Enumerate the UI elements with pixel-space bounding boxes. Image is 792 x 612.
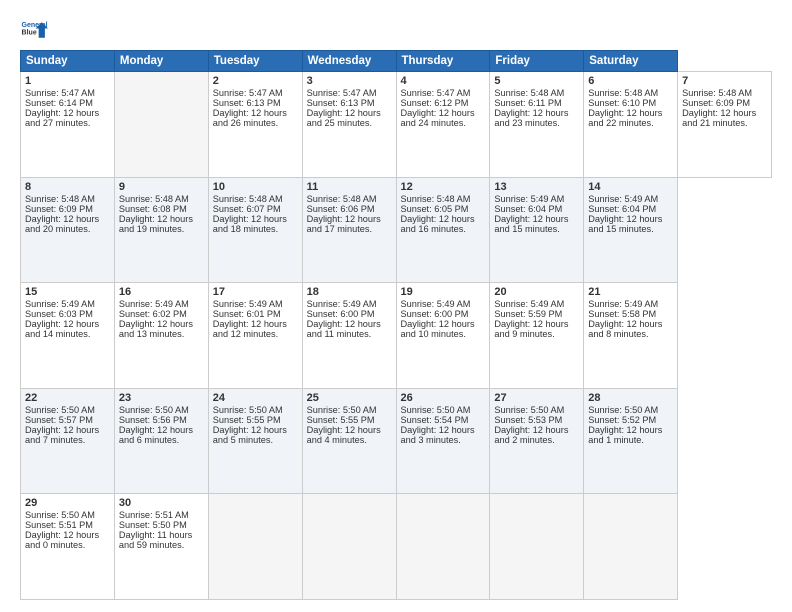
calendar-day-16: 16 Sunrise: 5:49 AM Sunset: 6:02 PM Dayl… [114,283,208,389]
empty-cell [490,494,584,600]
calendar-day-17: 17 Sunrise: 5:49 AM Sunset: 6:01 PM Dayl… [208,283,302,389]
svg-text:Blue: Blue [22,30,37,37]
calendar-day-11: 11 Sunrise: 5:48 AM Sunset: 6:06 PM Dayl… [302,177,396,283]
calendar-day-20: 20 Sunrise: 5:49 AM Sunset: 5:59 PM Dayl… [490,283,584,389]
calendar-day-1: 1 Sunrise: 5:47 AM Sunset: 6:14 PM Dayli… [21,72,115,178]
calendar-day-13: 13 Sunrise: 5:49 AM Sunset: 6:04 PM Dayl… [490,177,584,283]
col-header-saturday: Saturday [584,51,678,72]
calendar-header-row: SundayMondayTuesdayWednesdayThursdayFrid… [21,51,772,72]
empty-cell [208,494,302,600]
calendar-day-3: 3 Sunrise: 5:47 AM Sunset: 6:13 PM Dayli… [302,72,396,178]
calendar-day-4: 4 Sunrise: 5:47 AM Sunset: 6:12 PM Dayli… [396,72,490,178]
calendar-day-24: 24 Sunrise: 5:50 AM Sunset: 5:55 PM Dayl… [208,388,302,494]
calendar-day-2: 2 Sunrise: 5:47 AM Sunset: 6:13 PM Dayli… [208,72,302,178]
calendar-day-18: 18 Sunrise: 5:49 AM Sunset: 6:00 PM Dayl… [302,283,396,389]
calendar-day-25: 25 Sunrise: 5:50 AM Sunset: 5:55 PM Dayl… [302,388,396,494]
col-header-friday: Friday [490,51,584,72]
calendar-day-15: 15 Sunrise: 5:49 AM Sunset: 6:03 PM Dayl… [21,283,115,389]
calendar-day-19: 19 Sunrise: 5:49 AM Sunset: 6:00 PM Dayl… [396,283,490,389]
calendar-day-30: 30 Sunrise: 5:51 AM Sunset: 5:50 PM Dayl… [114,494,208,600]
calendar-week-5: 29 Sunrise: 5:50 AM Sunset: 5:51 PM Dayl… [21,494,772,600]
calendar-week-4: 22 Sunrise: 5:50 AM Sunset: 5:57 PM Dayl… [21,388,772,494]
col-header-sunday: Sunday [21,51,115,72]
calendar-page: General Blue SundayMondayTuesdayWednesda… [0,0,792,612]
calendar-day-7: 7 Sunrise: 5:48 AM Sunset: 6:09 PM Dayli… [678,72,772,178]
calendar-day-28: 28 Sunrise: 5:50 AM Sunset: 5:52 PM Dayl… [584,388,678,494]
calendar-day-29: 29 Sunrise: 5:50 AM Sunset: 5:51 PM Dayl… [21,494,115,600]
calendar-day-9: 9 Sunrise: 5:48 AM Sunset: 6:08 PM Dayli… [114,177,208,283]
calendar-day-10: 10 Sunrise: 5:48 AM Sunset: 6:07 PM Dayl… [208,177,302,283]
calendar-week-2: 8 Sunrise: 5:48 AM Sunset: 6:09 PM Dayli… [21,177,772,283]
col-header-wednesday: Wednesday [302,51,396,72]
logo-area: General Blue [20,16,48,44]
calendar-day-5: 5 Sunrise: 5:48 AM Sunset: 6:11 PM Dayli… [490,72,584,178]
calendar-day-21: 21 Sunrise: 5:49 AM Sunset: 5:58 PM Dayl… [584,283,678,389]
logo-icon: General Blue [20,16,48,44]
empty-cell [114,72,208,178]
calendar-day-22: 22 Sunrise: 5:50 AM Sunset: 5:57 PM Dayl… [21,388,115,494]
col-header-thursday: Thursday [396,51,490,72]
col-header-monday: Monday [114,51,208,72]
calendar-week-1: 1 Sunrise: 5:47 AM Sunset: 6:14 PM Dayli… [21,72,772,178]
calendar-day-8: 8 Sunrise: 5:48 AM Sunset: 6:09 PM Dayli… [21,177,115,283]
header: General Blue [20,16,772,44]
empty-cell [396,494,490,600]
calendar-day-27: 27 Sunrise: 5:50 AM Sunset: 5:53 PM Dayl… [490,388,584,494]
empty-cell [584,494,678,600]
calendar-day-23: 23 Sunrise: 5:50 AM Sunset: 5:56 PM Dayl… [114,388,208,494]
calendar-day-12: 12 Sunrise: 5:48 AM Sunset: 6:05 PM Dayl… [396,177,490,283]
calendar-week-3: 15 Sunrise: 5:49 AM Sunset: 6:03 PM Dayl… [21,283,772,389]
empty-cell [302,494,396,600]
calendar-table: SundayMondayTuesdayWednesdayThursdayFrid… [20,50,772,600]
calendar-day-14: 14 Sunrise: 5:49 AM Sunset: 6:04 PM Dayl… [584,177,678,283]
calendar-day-6: 6 Sunrise: 5:48 AM Sunset: 6:10 PM Dayli… [584,72,678,178]
col-header-tuesday: Tuesday [208,51,302,72]
calendar-day-26: 26 Sunrise: 5:50 AM Sunset: 5:54 PM Dayl… [396,388,490,494]
